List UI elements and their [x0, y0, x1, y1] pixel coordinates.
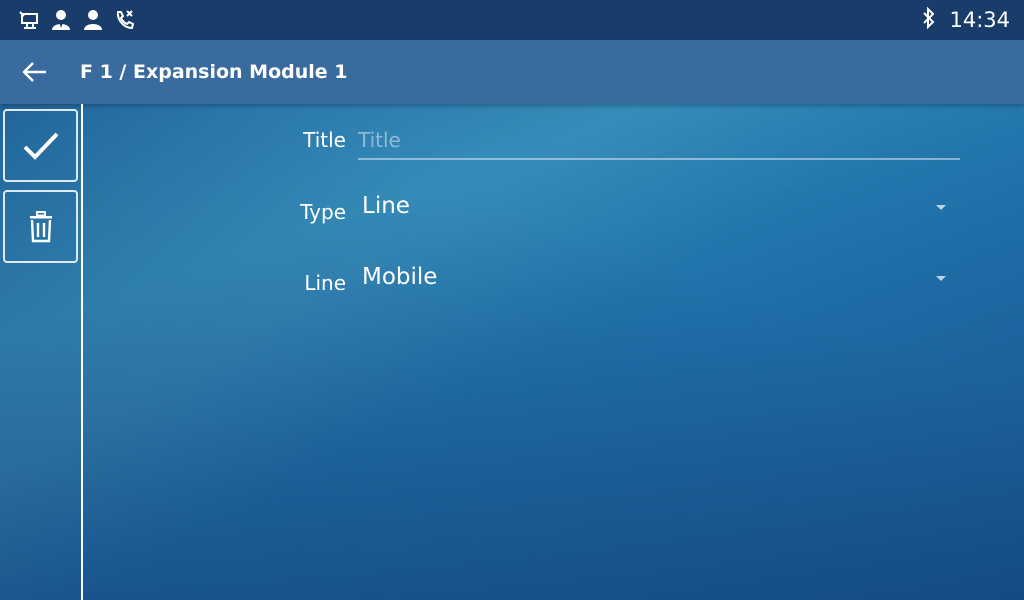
page-title: F 1 / Expansion Module 1: [80, 61, 348, 83]
type-select[interactable]: Line: [362, 193, 410, 219]
status-bar: 14:34: [0, 0, 1024, 40]
account-icon: [50, 8, 72, 32]
action-rail: [0, 104, 83, 600]
status-right: 14:34: [921, 6, 1010, 34]
delete-button[interactable]: [3, 190, 78, 263]
trash-icon: [29, 210, 52, 242]
type-label: Type: [300, 200, 346, 224]
clock: 14:34: [949, 8, 1010, 32]
title-row: Title: [240, 122, 960, 172]
network-icon: [18, 8, 40, 32]
save-button[interactable]: [3, 109, 78, 182]
title-bar: F 1 / Expansion Module 1: [0, 40, 1024, 104]
checkmark-icon: [23, 132, 58, 160]
title-label: Title: [303, 128, 346, 152]
contact-icon: [82, 8, 104, 32]
back-button[interactable]: [20, 58, 50, 86]
line-select[interactable]: Mobile: [362, 264, 437, 290]
chevron-down-icon: [936, 205, 946, 210]
call-forward-icon: [114, 8, 136, 32]
bluetooth-icon: [921, 6, 937, 34]
title-input[interactable]: [358, 122, 960, 160]
chevron-down-icon: [936, 276, 946, 281]
type-row[interactable]: Type Line: [240, 193, 960, 245]
status-icons: [18, 8, 136, 32]
arrow-left-icon: [22, 62, 46, 82]
line-label: Line: [304, 271, 346, 295]
line-row[interactable]: Line Mobile: [240, 264, 960, 316]
